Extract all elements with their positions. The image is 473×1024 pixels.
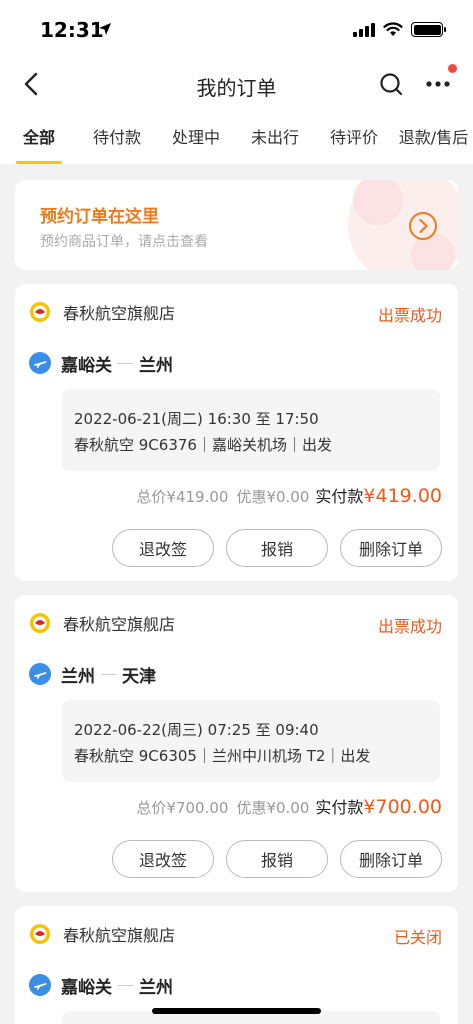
location-arrow-icon [99,23,111,35]
reimburse-button[interactable]: 报销 [226,529,328,567]
paid-label: 实付款 [315,487,364,506]
arrival-city: 兰州 [139,355,173,376]
plane-icon [29,974,51,996]
route-separator [101,673,116,675]
airline-logo-icon [30,613,50,633]
flight-route: 兰州 天津 [29,662,156,687]
wifi-icon [383,22,403,36]
paid-amount: ¥419.00 [363,485,442,507]
banner-title: 预约订单在这里 [40,207,159,227]
paid-amount: ¥700.00 [363,796,442,818]
route-separator [118,984,133,986]
plane-icon [29,352,51,374]
airline-logo-icon [30,302,50,322]
flight-info: 春秋航空 9C6305｜兰州中川机场 T2｜出发 [74,747,371,765]
shop-name: 春秋航空旗舰店 [63,615,176,634]
delete-order-button[interactable]: 删除订单 [340,840,442,878]
order-card[interactable]: 春秋航空旗舰店 出票成功 兰州 天津 2022-06-22(周三) 07:25 … [15,595,458,892]
nav-bar: 我的订单 [0,60,473,108]
flight-detail: 2022-06-21(周二) 16:30 至 17:50 春秋航空 9C6376… [62,389,440,471]
flight-datetime: 2022-06-21(周二) 16:30 至 17:50 [74,410,319,428]
order-status: 已关闭 [393,928,442,947]
status-icons [353,22,446,37]
shop-name: 春秋航空旗舰店 [63,926,176,945]
order-tabs: 全部 待付款 处理中 未出行 待评价 退款/售后 [0,108,473,164]
shop-name: 春秋航空旗舰店 [63,304,176,323]
total-price: 总价¥419.00 [136,488,229,506]
order-status: 出票成功 [377,306,442,325]
delete-order-button[interactable]: 删除订单 [340,529,442,567]
arrival-city: 兰州 [139,977,173,998]
status-time: 12:31 [40,18,104,42]
chevron-right-circle-icon[interactable] [408,211,438,241]
more-dots-icon[interactable] [423,70,453,98]
airline-logo-icon [30,924,50,944]
tab-pending-payment[interactable]: 待付款 [78,108,156,164]
tab-processing[interactable]: 处理中 [156,108,236,164]
tab-pending-review[interactable]: 待评价 [314,108,394,164]
search-icon[interactable] [377,70,405,98]
arrival-city: 天津 [122,666,156,687]
order-card[interactable]: 春秋航空旗舰店 出票成功 嘉峪关 兰州 2022-06-21(周二) 16:30… [15,284,458,581]
change-ticket-button[interactable]: 退改签 [112,529,214,567]
status-bar: 12:31 [0,0,473,60]
paid-label: 实付款 [315,798,364,817]
reimburse-button[interactable]: 报销 [226,840,328,878]
route-separator [118,362,133,364]
flight-route: 嘉峪关 兰州 [29,351,173,376]
price-summary: 总价¥419.00 优惠¥0.00 实付款 ¥419.00 [136,483,442,507]
departure-city: 嘉峪关 [61,977,112,998]
signal-icon [353,22,375,37]
discount: 优惠¥0.00 [236,488,310,506]
discount: 优惠¥0.00 [236,799,310,817]
notification-dot [448,64,457,73]
tab-not-traveled[interactable]: 未出行 [236,108,314,164]
tab-all[interactable]: 全部 [0,108,78,164]
flight-info: 春秋航空 9C6376｜嘉峪关机场｜出发 [74,436,332,454]
battery-icon [411,22,446,37]
change-ticket-button[interactable]: 退改签 [112,840,214,878]
reservation-banner[interactable]: 预约订单在这里 预约商品订单，请点击查看 [15,180,458,270]
tab-refund[interactable]: 退款/售后 [394,108,473,164]
departure-city: 嘉峪关 [61,355,112,376]
order-status: 出票成功 [377,617,442,636]
flight-detail: 2022-06-22(周三) 07:25 至 09:40 春秋航空 9C6305… [62,700,440,782]
plane-icon [29,663,51,685]
banner-subtitle: 预约商品订单，请点击查看 [40,234,208,250]
departure-city: 兰州 [61,666,95,687]
flight-datetime: 2022-06-22(周三) 07:25 至 09:40 [74,721,319,739]
home-indicator[interactable] [152,1008,321,1014]
flight-route: 嘉峪关 兰州 [29,973,173,998]
order-card[interactable]: 春秋航空旗舰店 已关闭 嘉峪关 兰州 [15,906,458,1024]
price-summary: 总价¥700.00 优惠¥0.00 实付款 ¥700.00 [136,794,442,818]
total-price: 总价¥700.00 [136,799,229,817]
